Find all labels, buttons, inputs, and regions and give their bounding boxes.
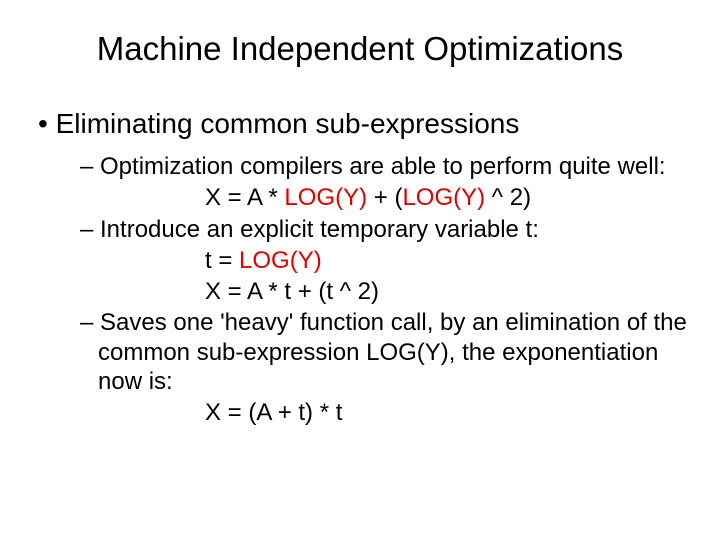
code-line: t = LOG(Y) [205, 246, 690, 275]
expr-text: + ( [367, 184, 402, 211]
slide: Machine Independent Optimizations Elimin… [0, 0, 720, 540]
code-line: X = A * t + (t ^ 2) [205, 277, 690, 306]
expr-text: X = A * [205, 184, 284, 211]
code-line: X = (A + t) * t [205, 398, 690, 427]
expr-highlight: LOG(Y) [239, 247, 322, 274]
expr-text: t = [205, 247, 239, 274]
expr-highlight: LOG(Y) [284, 184, 367, 211]
code-line: X = A * LOG(Y) + (LOG(Y) ^ 2) [205, 183, 690, 212]
bullet-level2: Saves one 'heavy' function call, by an e… [80, 308, 690, 396]
expr-text: ^ 2) [485, 184, 531, 211]
bullet-level2: Optimization compilers are able to perfo… [80, 152, 690, 181]
slide-title: Machine Independent Optimizations [30, 30, 690, 68]
bullet-level2: Introduce an explicit temporary variable… [80, 215, 690, 244]
expr-highlight: LOG(Y) [402, 184, 485, 211]
bullet-level1: Eliminating common sub-expressions [38, 108, 690, 140]
